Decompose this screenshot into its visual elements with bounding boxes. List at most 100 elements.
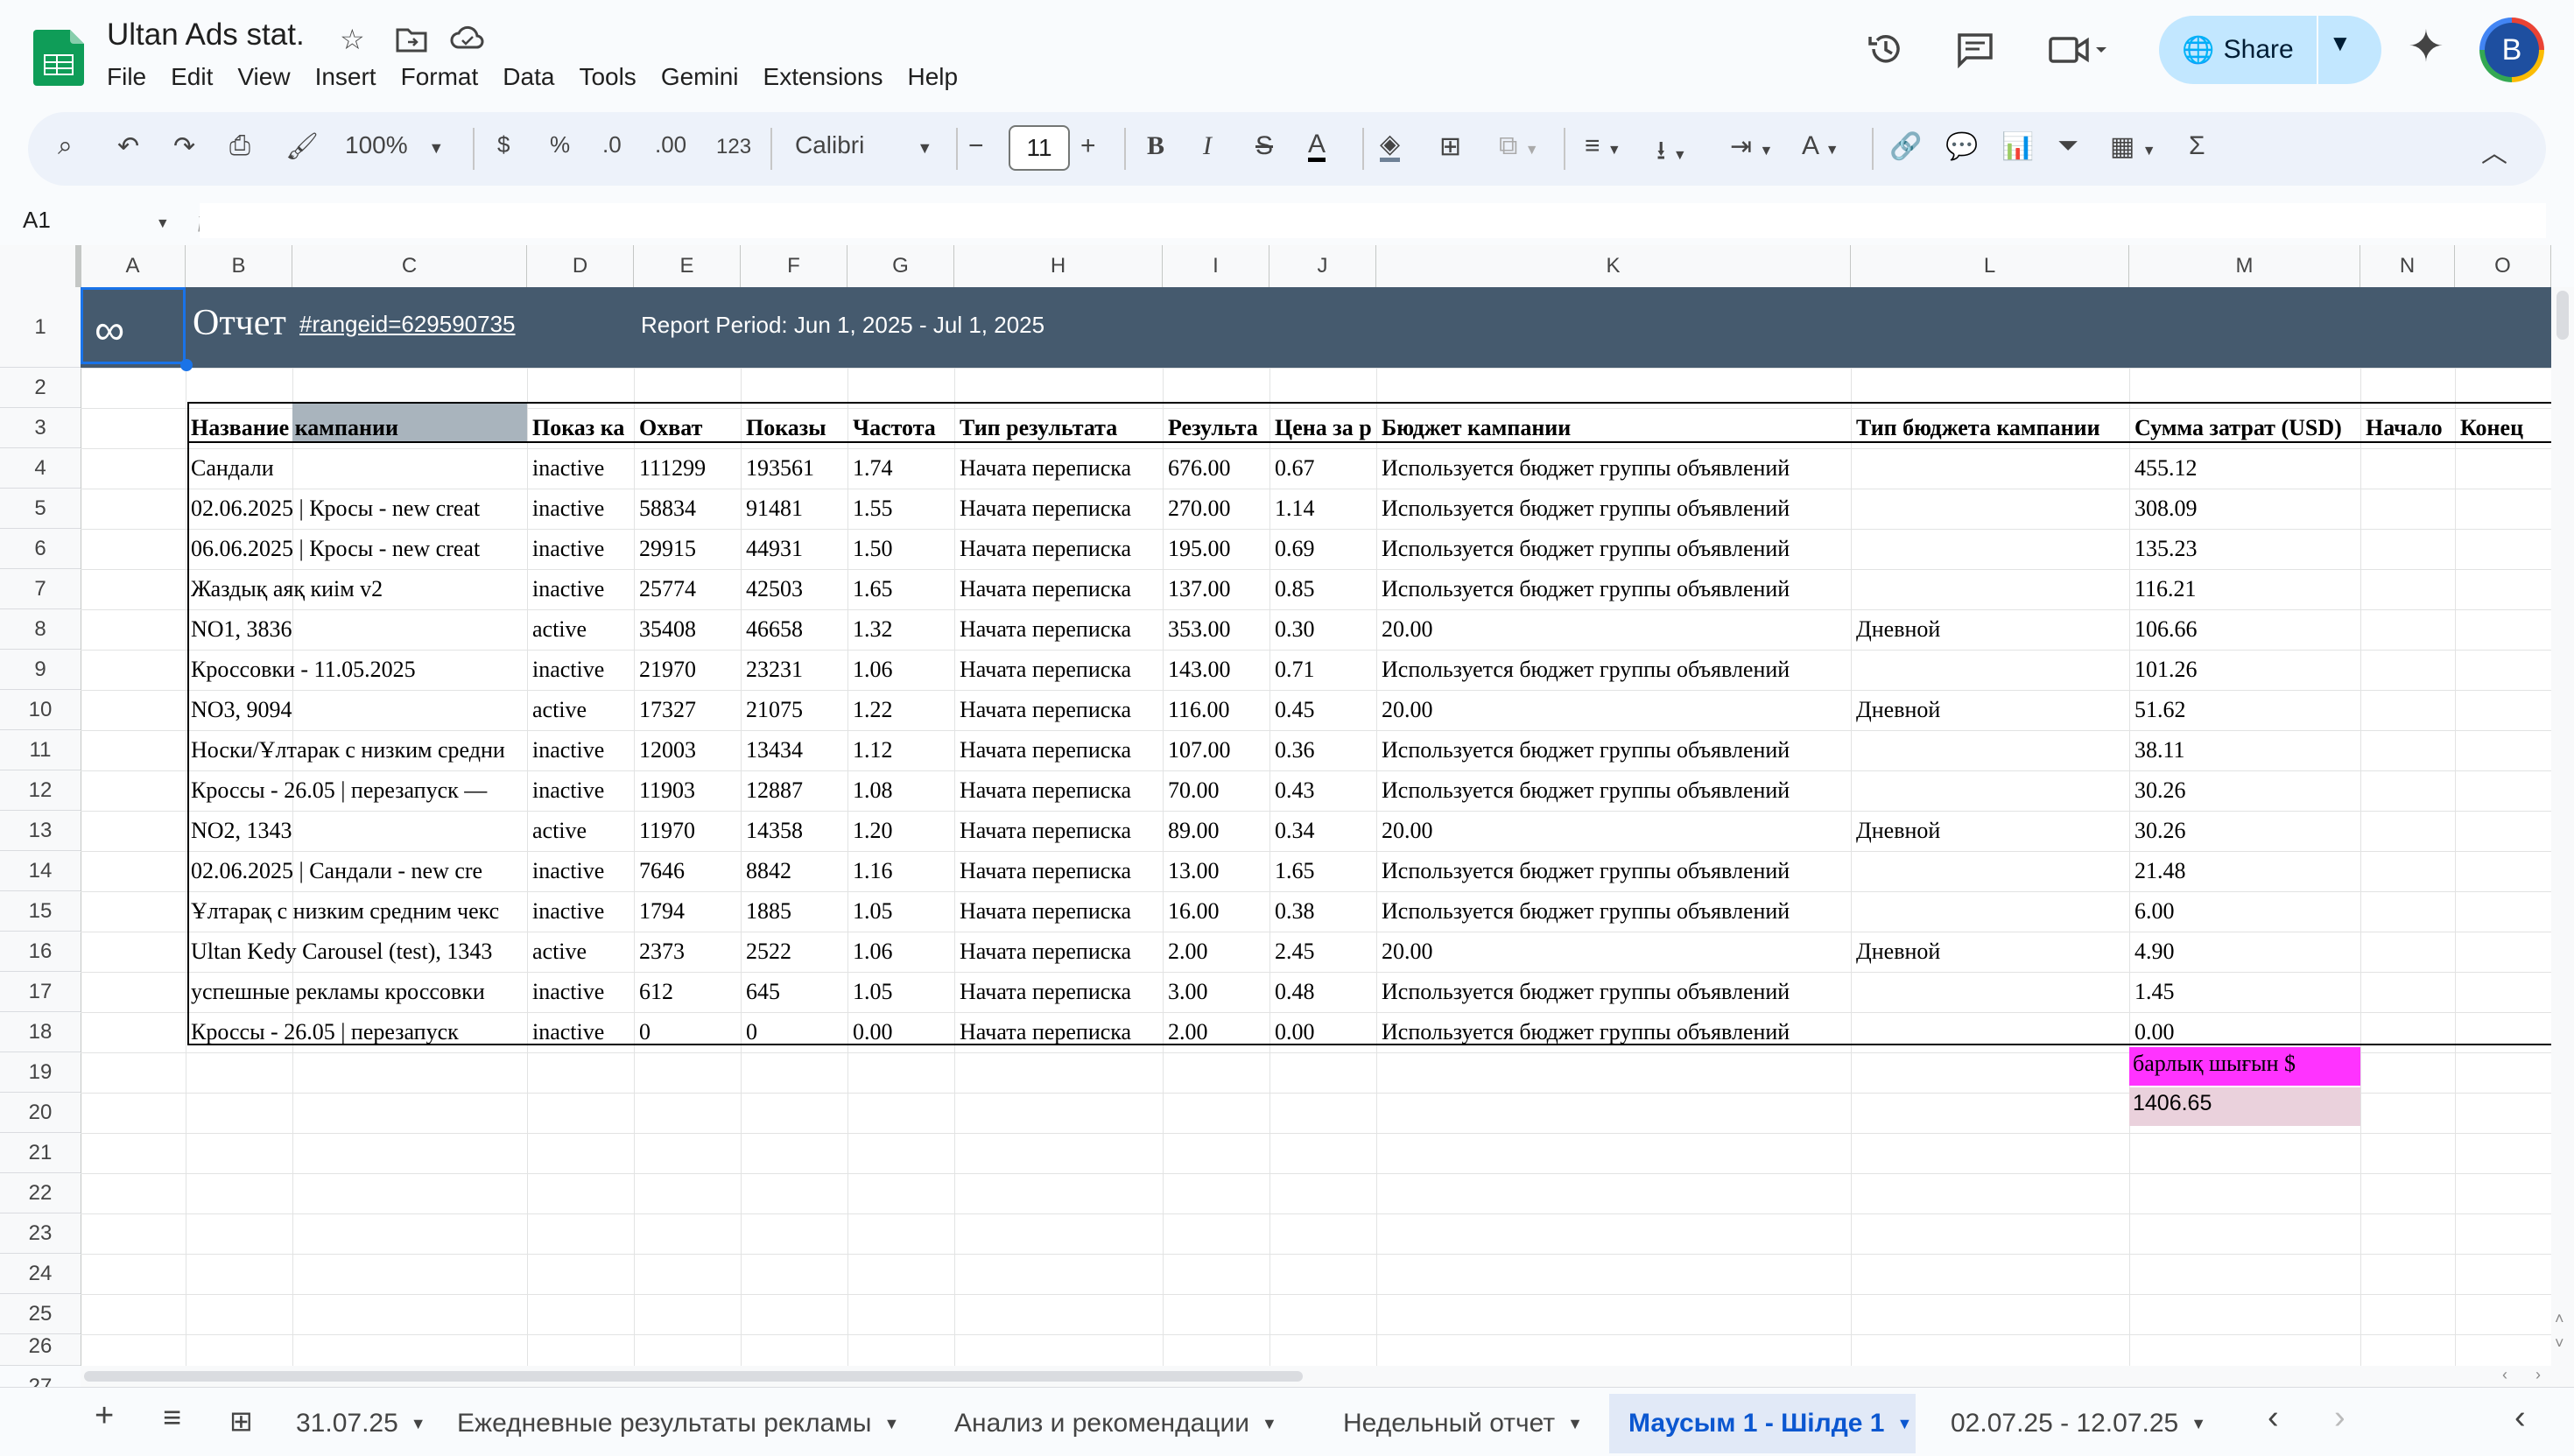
undo-icon[interactable]: ↶ [117,131,139,162]
redo-icon[interactable]: ↷ [173,131,195,162]
table-cell[interactable]: 116.21 [2134,576,2360,602]
row-header[interactable]: 20 [0,1093,81,1133]
table-cell[interactable]: active [532,697,634,723]
row-header[interactable]: 16 [0,932,81,972]
column-header-b[interactable]: B [186,245,292,287]
chevron-down-icon[interactable]: ▼ [2191,1415,2206,1433]
campaign-name-cell[interactable]: Носки/Ұлтарак с низким средни [191,737,529,763]
font-size-input[interactable]: 11 [1009,125,1070,171]
table-cell[interactable]: 2373 [639,939,741,965]
column-header-e[interactable]: E [634,245,741,287]
row-header[interactable]: 26 [0,1334,81,1366]
table-cell[interactable]: 2.45 [1275,939,1376,965]
table-cell[interactable]: 1.14 [1275,496,1376,522]
row-header[interactable]: 11 [0,730,81,770]
table-cell[interactable]: 51.62 [2134,697,2360,723]
table-cell[interactable]: Начата переписка [960,536,1163,562]
table-cell[interactable]: 12003 [639,737,741,763]
version-history-icon[interactable] [1867,30,1905,68]
column-header-c[interactable]: C [292,245,527,287]
campaign-name-cell[interactable]: Жаздық аяқ киім v2 [191,576,529,602]
scroll-left-icon[interactable]: ‹ [2502,1366,2507,1384]
table-cell[interactable]: 29915 [639,536,741,562]
table-cell[interactable]: 7646 [639,858,741,884]
gemini-sparkle-icon[interactable]: ✦ [2408,21,2444,72]
table-cell[interactable]: Используется бюджет группы объявлений [1382,858,1849,884]
table-cell[interactable]: 21970 [639,657,741,683]
column-header-l[interactable]: L [1851,245,2129,287]
table-cell[interactable]: 91481 [746,496,847,522]
italic-icon[interactable]: I [1203,131,1212,161]
font-select[interactable]: Calibri ▼ [795,131,932,159]
fill-color-icon[interactable]: ◈ [1380,131,1401,162]
bold-icon[interactable]: B [1147,131,1164,161]
campaign-name-cell[interactable]: Ultan Kedy Carousel (test), 1343 [191,939,529,965]
table-cell[interactable]: 0.71 [1275,657,1376,683]
table-cell[interactable]: 1.08 [853,777,954,804]
table-cell[interactable]: 195.00 [1168,536,1269,562]
column-header-d[interactable]: D [527,245,634,287]
table-header-cell[interactable]: Начало [2366,415,2455,441]
table-cell[interactable]: 308.09 [2134,496,2360,522]
text-wrapping-icon[interactable]: ⇥ ▼ [1730,131,1773,162]
table-cell[interactable]: inactive [532,979,634,1005]
table-cell[interactable]: inactive [532,898,634,925]
column-header-g[interactable]: G [847,245,954,287]
table-cell[interactable]: 13434 [746,737,847,763]
table-cell[interactable]: 42503 [746,576,847,602]
sheet-tab[interactable]: Недельный отчет ▼ [1324,1394,1586,1453]
table-cell[interactable]: Начата переписка [960,697,1163,723]
sheet-tab[interactable]: 31.07.25 ▼ [289,1394,425,1453]
menu-help[interactable]: Help [907,63,958,91]
campaign-name-cell[interactable]: Ұлтарақ с низким средним чекс [191,898,529,925]
menu-insert[interactable]: Insert [315,63,376,91]
table-header-cell[interactable]: Охват [639,415,741,441]
table-cell[interactable]: 17327 [639,697,741,723]
table-cell[interactable]: 0.00 [1275,1019,1376,1045]
table-cell[interactable]: 1.05 [853,979,954,1005]
share-button[interactable]: 🌐 Share [2159,16,2317,84]
table-cell[interactable]: 1.22 [853,697,954,723]
table-cell[interactable]: 0.34 [1275,818,1376,844]
table-cell[interactable]: 455.12 [2134,455,2360,482]
scroll-right-icon[interactable]: › [2535,1366,2541,1384]
insert-comment-icon[interactable]: 💬 [1945,131,1978,162]
campaign-name-cell[interactable]: Кроссы - 26.05 | перезапуск [191,1019,529,1045]
table-cell[interactable]: inactive [532,496,634,522]
campaign-name-cell[interactable]: NO2, 1343 [191,818,529,844]
insert-chart-icon[interactable]: 📊 [2001,131,2034,162]
table-cell[interactable]: 612 [639,979,741,1005]
menu-edit[interactable]: Edit [171,63,213,91]
menu-view[interactable]: View [237,63,290,91]
row-header[interactable]: 15 [0,891,81,932]
column-header-a[interactable]: A [81,245,186,287]
campaign-name-cell[interactable]: Сандали [191,455,529,482]
meet-icon[interactable] [2049,35,2110,65]
table-cell[interactable]: inactive [532,576,634,602]
table-cell[interactable]: inactive [532,1019,634,1045]
table-cell[interactable]: 20.00 [1382,939,1849,965]
merge-cells-icon[interactable]: ⧉ ▼ [1499,131,1539,161]
table-header-cell[interactable]: Конец [2460,415,2551,441]
column-header-k[interactable]: K [1376,245,1851,287]
number-format-button[interactable]: 123 [716,135,751,159]
table-cell[interactable]: Дневной [1856,818,2129,844]
table-cell[interactable]: inactive [532,737,634,763]
table-cell[interactable]: 1.50 [853,536,954,562]
table-cell[interactable]: Используется бюджет группы объявлений [1382,576,1849,602]
row-header[interactable]: 2 [0,368,81,408]
menu-file[interactable]: File [107,63,146,91]
vertical-scroll-thumb[interactable] [2556,291,2569,340]
table-cell[interactable]: 58834 [639,496,741,522]
row-header[interactable]: 21 [0,1133,81,1173]
column-header-f[interactable]: F [741,245,847,287]
row-header[interactable]: 6 [0,529,81,569]
fill-handle[interactable] [180,359,193,371]
zoom-select[interactable]: 100% ▼ [345,131,444,159]
paint-format-icon[interactable]: 🖌 [285,131,319,162]
name-box[interactable]: A1 ▼ [23,207,170,234]
row-header[interactable]: 23 [0,1213,81,1254]
chevron-down-icon[interactable]: ▼ [1567,1415,1583,1433]
table-cell[interactable]: inactive [532,536,634,562]
table-cell[interactable]: 30.26 [2134,777,2360,804]
